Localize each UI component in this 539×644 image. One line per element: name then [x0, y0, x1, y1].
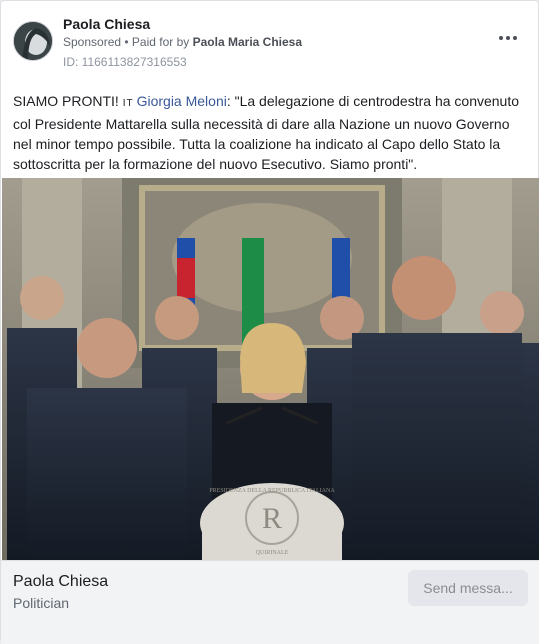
dot-icon [499, 36, 503, 40]
lectern-text-top: PRESIDENZA DELLA REPUBBLICA ITALIANA [209, 488, 335, 494]
ad-card: Paola Chiesa Sponsored • Paid for by Pao… [0, 0, 539, 644]
ad-id: ID: 1166113827316553 [63, 55, 187, 69]
footer-page-name[interactable]: Paola Chiesa [13, 573, 108, 591]
avatar[interactable] [13, 21, 53, 61]
sponsored-line: Sponsored • Paid for by Paola Maria Chie… [63, 35, 302, 49]
dot-icon [513, 36, 517, 40]
ad-photo[interactable]: R PRESIDENZA DELLA REPUBBLICA ITALIANA Q… [2, 178, 539, 560]
flag-tag: IT [122, 98, 134, 109]
post-text: SIAMO PRONTI! IT Giorgia Meloni: "La dele… [13, 91, 525, 174]
mention-link[interactable]: Giorgia Meloni [137, 93, 227, 109]
sponsored-label: Sponsored [63, 35, 122, 49]
send-message-button[interactable]: Send messa... [408, 570, 528, 606]
footer-category: Politician [13, 595, 70, 611]
page-name[interactable]: Paola Chiesa [63, 16, 150, 32]
ad-header: Paola Chiesa Sponsored • Paid for by Pao… [13, 13, 526, 73]
paid-for-by: Paola Maria Chiesa [192, 35, 303, 49]
lectern-monogram: R [262, 502, 282, 535]
lectern-text-bottom: QUIRINALE [256, 550, 289, 556]
post-lead: SIAMO PRONTI! [13, 93, 123, 109]
dot-icon [506, 36, 510, 40]
paid-for-prefix: • Paid for by [121, 35, 193, 49]
more-options-button[interactable] [496, 31, 520, 45]
ad-photo-illustration: R PRESIDENZA DELLA REPUBBLICA ITALIANA Q… [2, 178, 539, 560]
ad-footer: Paola Chiesa Politician Send messa... [1, 560, 539, 644]
